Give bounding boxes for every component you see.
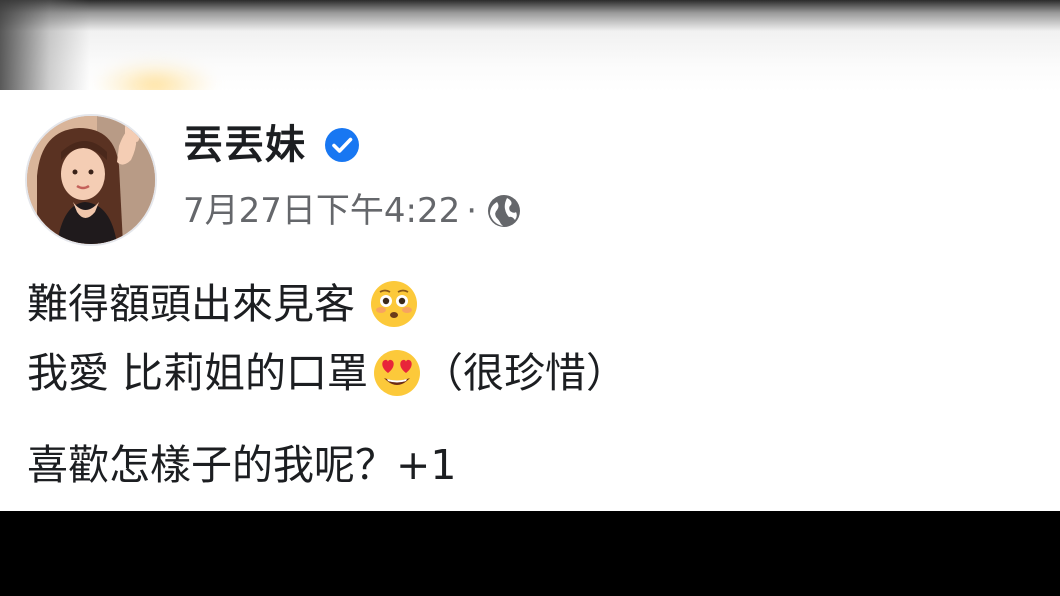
verified-badge-icon <box>324 127 360 163</box>
screenshot-frame: 丟丟妹 7月27日下午4:22 · 難得額頭出來見客 我愛 比莉姐的口罩 （很珍… <box>0 0 1060 596</box>
author-row: 丟丟妹 <box>183 120 360 170</box>
blur-shade <box>0 0 90 92</box>
post-meta: 7月27日下午4:22 · <box>183 188 523 234</box>
meta-separator: · <box>466 191 478 231</box>
globe-icon[interactable] <box>485 192 523 230</box>
post-line-3-text: 喜歡怎樣子的我呢？+1 <box>27 441 457 489</box>
post-text-line-3: 喜歡怎樣子的我呢？+1 <box>27 439 456 491</box>
heart-eyes-emoji <box>372 348 422 398</box>
flushed-face-emoji <box>369 279 419 329</box>
avatar-photo <box>27 116 155 244</box>
facebook-post: 丟丟妹 7月27日下午4:22 · 難得額頭出來見客 我愛 比莉姐的口罩 （很珍… <box>0 90 1060 511</box>
blurred-header-area <box>0 0 1060 110</box>
post-text-line-1: 難得額頭出來見客 <box>27 278 419 330</box>
author-avatar[interactable] <box>25 114 157 246</box>
post-line-2-text: 我愛 比莉姐的口罩 <box>27 349 369 397</box>
post-timestamp[interactable]: 7月27日下午4:22 <box>183 189 460 233</box>
post-text-line-2: 我愛 比莉姐的口罩 （很珍惜） <box>27 347 627 399</box>
bottom-black-bar <box>0 511 1060 596</box>
author-name[interactable]: 丟丟妹 <box>183 121 306 169</box>
post-line-2-suffix: （很珍惜） <box>422 349 628 397</box>
post-line-1-text: 難得額頭出來見客 <box>27 280 355 328</box>
